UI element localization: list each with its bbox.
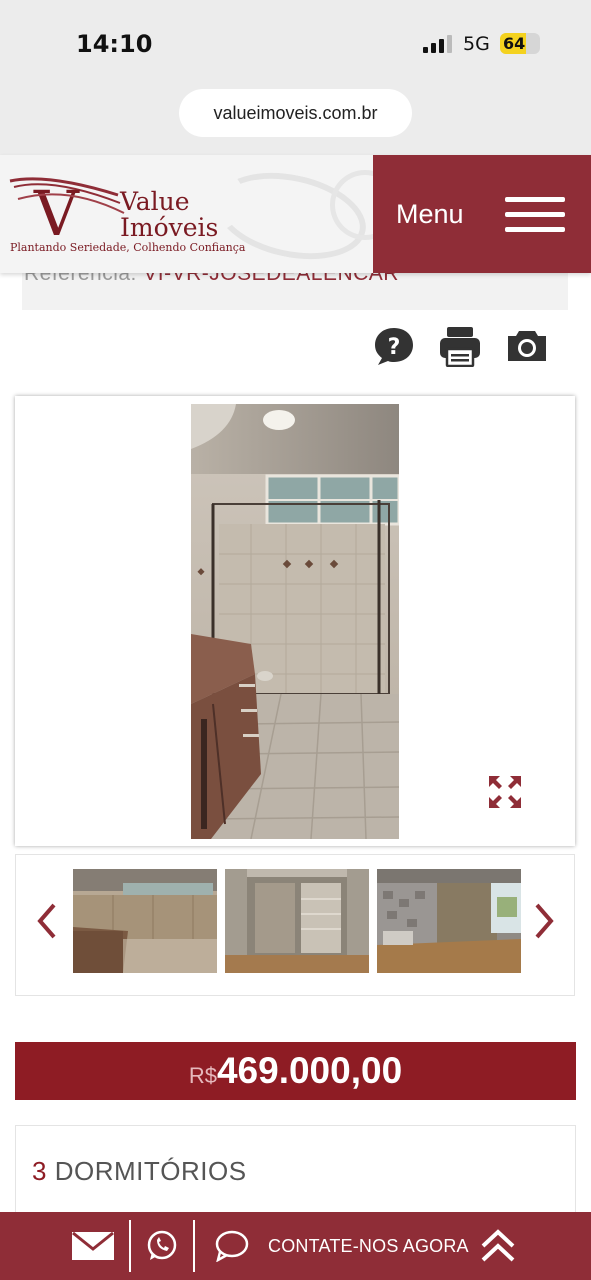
logo-mark-icon: V: [9, 177, 125, 245]
contact-bar: CONTATE-NOS AGORA: [0, 1212, 591, 1280]
price-banner: R$469.000,00: [15, 1042, 576, 1100]
battery-level: 64: [503, 34, 526, 53]
help-icon[interactable]: ?: [373, 325, 415, 367]
browser-chrome: valueimoveis.com.br: [0, 88, 591, 155]
bedrooms-label: DORMITÓRIOS: [54, 1156, 247, 1186]
site-logo[interactable]: V Value Imóveis Plantando Seriedade, Col…: [8, 173, 245, 263]
price-currency: R$: [188, 1063, 217, 1088]
chevron-left-icon[interactable]: [34, 901, 60, 941]
print-icon[interactable]: [439, 325, 481, 368]
chevron-right-icon[interactable]: [531, 901, 557, 941]
thumbnail-strip: [15, 854, 575, 996]
double-chevron-up-icon[interactable]: [480, 1228, 516, 1269]
battery-icon: 64: [500, 33, 540, 54]
network-type: 5G: [463, 33, 490, 55]
thumbnail-kitchen[interactable]: [73, 869, 217, 973]
menu-label: Menu: [396, 199, 464, 229]
brand-name-line1: Value: [120, 187, 190, 216]
price-amount: 469.000,00: [216, 1050, 403, 1091]
brand-name-line2: Imóveis: [120, 213, 219, 242]
mail-icon[interactable]: [72, 1231, 114, 1265]
status-time: 14:10: [76, 30, 153, 58]
thumbnail-room[interactable]: [377, 869, 521, 973]
expand-icon[interactable]: [487, 774, 523, 810]
signal-icon: [423, 35, 453, 53]
brand-tagline: Plantando Seriedade, Colhendo Confiança: [10, 241, 246, 254]
menu-button[interactable]: Menu: [373, 155, 591, 273]
bedrooms-count: 3: [32, 1156, 47, 1186]
svg-text:?: ?: [388, 335, 401, 360]
hamburger-icon: [505, 197, 565, 233]
whatsapp-icon[interactable]: [146, 1230, 178, 1267]
gallery-main: [15, 396, 575, 846]
feature-bedrooms: 3 DORMITÓRIOS: [32, 1156, 247, 1187]
status-bar: 14:10 5G 64: [0, 0, 591, 88]
url-bar[interactable]: valueimoveis.com.br: [179, 89, 412, 137]
contact-now-link[interactable]: CONTATE-NOS AGORA: [268, 1236, 469, 1257]
chat-icon[interactable]: [215, 1230, 249, 1267]
bathroom-photo[interactable]: [191, 404, 399, 839]
site-header: V Value Imóveis Plantando Seriedade, Col…: [0, 155, 591, 273]
thumbnail-closet[interactable]: [225, 869, 369, 973]
camera-icon[interactable]: [506, 325, 548, 367]
svg-text:V: V: [33, 177, 80, 245]
